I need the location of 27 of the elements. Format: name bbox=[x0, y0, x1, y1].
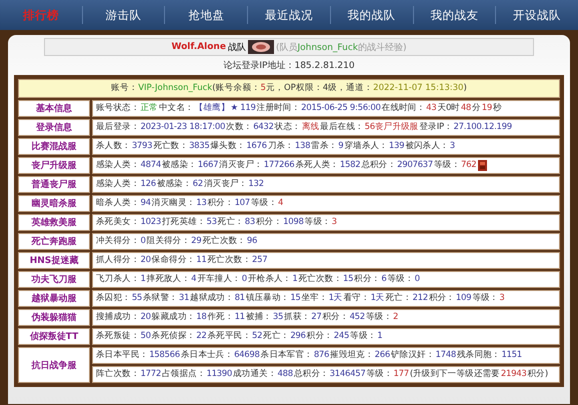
row-label: 伪装躲猫猫 bbox=[18, 309, 90, 326]
member-note: (队员Johnson_Fuck的战斗经验) bbox=[276, 42, 407, 54]
row-label: 功夫飞刀服 bbox=[18, 271, 90, 288]
team-label: 战队 bbox=[228, 42, 246, 54]
row-label: 死亡奔跑服 bbox=[18, 233, 90, 250]
login-ip: 论坛登录IP地址：185.2.81.210 bbox=[222, 60, 356, 73]
row-label: 英雄救美服 bbox=[18, 214, 90, 231]
nav-tab[interactable]: 我的战队 bbox=[330, 6, 413, 24]
team-logo-icon bbox=[248, 40, 274, 54]
nav-tab[interactable]: 开设战队 bbox=[495, 6, 578, 24]
account-info: 账号：VIP-Johnson_Fuck(账号余额：5元，OP权限：4级，通道：2022-11-07 15:13:30) bbox=[18, 79, 560, 98]
nav-tab[interactable]: 游击队 bbox=[82, 6, 164, 24]
rank-icon bbox=[478, 160, 488, 171]
row-label: 普通丧尸服 bbox=[18, 176, 90, 193]
row-label: 登录信息 bbox=[18, 119, 90, 136]
row-label: 抗日战争服 bbox=[18, 347, 90, 383]
row-label: 比赛混战服 bbox=[18, 138, 90, 155]
nav-tab[interactable]: 最近战况 bbox=[247, 6, 330, 24]
nav-tab[interactable]: 抢地盘 bbox=[164, 6, 248, 24]
row-label: 侦探叛徒TT bbox=[18, 328, 90, 345]
nav-tab[interactable]: 我的战友 bbox=[412, 6, 496, 24]
row-label: 丧尸升级服 bbox=[18, 157, 90, 174]
row-label: 基本信息 bbox=[18, 100, 90, 117]
row-label: 越狱暴动服 bbox=[18, 290, 90, 307]
row-label: 幽灵暗杀服 bbox=[18, 195, 90, 212]
team-name: Wolf.Alone bbox=[171, 42, 226, 52]
row-label: HNS捉迷藏 bbox=[18, 252, 90, 269]
